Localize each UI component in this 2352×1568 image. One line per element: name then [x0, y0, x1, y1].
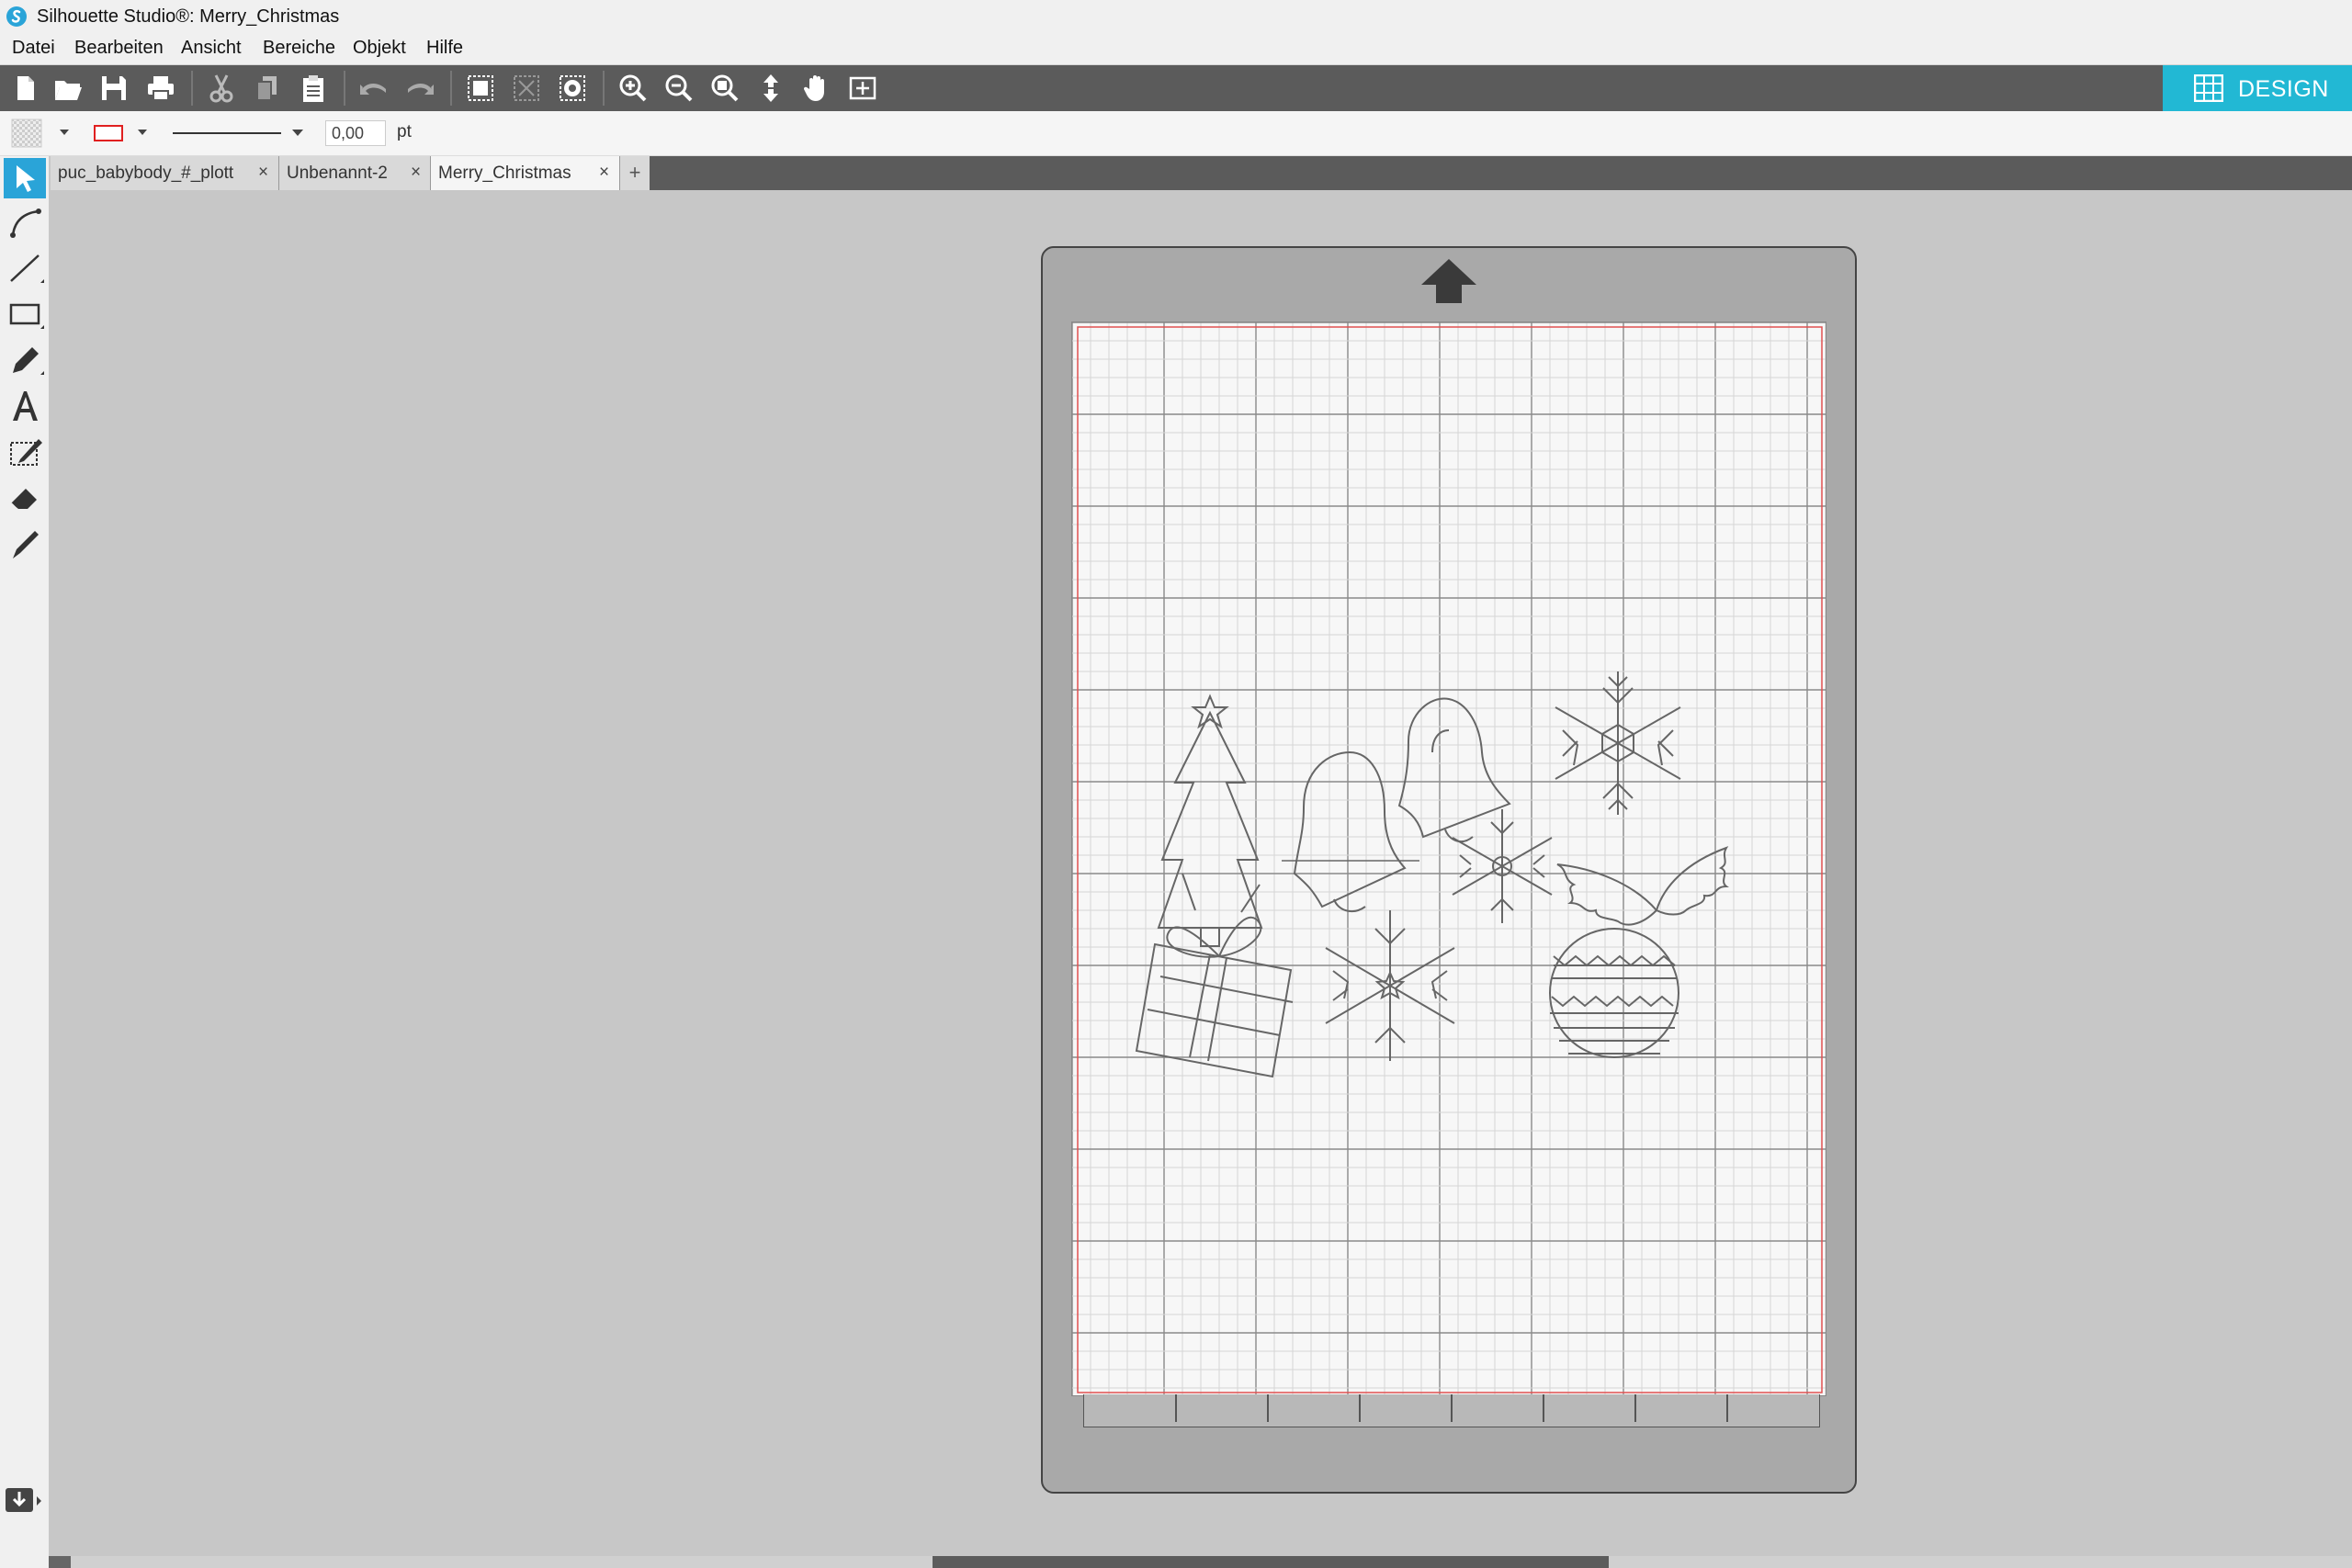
redo-icon[interactable] — [404, 73, 435, 104]
left-tool-palette — [0, 156, 50, 1568]
cutting-mat — [1041, 246, 1857, 1494]
eraser-tool[interactable] — [4, 478, 46, 518]
library-download-icon — [6, 1488, 41, 1512]
panel-toggle-button[interactable] — [4, 1483, 44, 1519]
ungroup-icon[interactable] — [511, 73, 542, 104]
tab-close-icon[interactable]: × — [258, 163, 268, 183]
ornament-ball[interactable] — [1549, 928, 1679, 1058]
menu-bearbeiten[interactable]: Bearbeiten — [74, 38, 164, 59]
knife-tool-icon — [10, 439, 42, 466]
design-page[interactable] — [1071, 321, 1826, 1396]
design-view-button[interactable]: DESIGN — [2163, 65, 2352, 111]
medium-snowflake[interactable] — [1325, 910, 1455, 1061]
copy-icon[interactable] — [252, 73, 283, 104]
open-folder-icon[interactable] — [52, 73, 84, 104]
compound-path-icon[interactable] — [557, 73, 588, 104]
text-tool[interactable] — [4, 386, 46, 426]
ruler-ticks — [1175, 1394, 1728, 1422]
title-bar: Silhouette Studio®: Merry_Christmas — [0, 0, 2352, 33]
window-title: Silhouette Studio®: Merry_Christmas — [37, 6, 340, 27]
undo-icon[interactable] — [358, 73, 390, 104]
tab-close-icon[interactable]: × — [599, 163, 609, 183]
print-icon[interactable] — [145, 73, 176, 104]
properties-bar: pt — [0, 111, 2352, 156]
tab-close-icon[interactable]: × — [411, 163, 421, 183]
line-tool[interactable] — [4, 248, 46, 288]
toolbar-separator — [603, 71, 605, 106]
menu-hilfe[interactable]: Hilfe — [426, 38, 463, 59]
toolbar-separator — [450, 71, 452, 106]
fill-pattern-icon[interactable] — [11, 118, 42, 148]
cut-border — [1077, 326, 1823, 1393]
line-tool-icon — [10, 254, 44, 283]
zoom-selection-icon[interactable] — [709, 73, 741, 104]
horizontal-scrollbar[interactable] — [49, 1556, 2352, 1568]
pan-hand-icon[interactable] — [801, 73, 832, 104]
knife-tool[interactable] — [4, 432, 46, 472]
tab-label: puc_babybody_#_plott — [58, 164, 234, 183]
save-icon[interactable] — [98, 73, 130, 104]
group-icon[interactable] — [465, 73, 496, 104]
edit-points-tool[interactable] — [4, 202, 46, 243]
menu-bar: Datei Bearbeiten Ansicht Bereiche Objekt… — [0, 33, 2352, 65]
grid-lines — [1072, 322, 1826, 1395]
paste-icon[interactable] — [298, 73, 329, 104]
menu-bereiche[interactable]: Bereiche — [263, 38, 335, 59]
cut-icon[interactable] — [206, 73, 237, 104]
text-tool-icon — [13, 391, 38, 421]
scroll-left-button[interactable] — [49, 1556, 71, 1568]
chevron-down-icon[interactable] — [137, 128, 148, 137]
gift-box[interactable] — [1135, 873, 1294, 1078]
scrollbar-thumb[interactable] — [933, 1556, 1609, 1568]
zoom-out-icon[interactable] — [663, 73, 695, 104]
tab-unbenannt-2[interactable]: Unbenannt-2 × — [279, 156, 431, 190]
pencil-tool[interactable] — [4, 340, 46, 380]
eraser-tool-icon — [10, 489, 37, 512]
document-tab-strip: puc_babybody_#_plott × Unbenannt-2 × Mer… — [51, 156, 2352, 190]
bells[interactable] — [1282, 697, 1511, 913]
line-width-input[interactable] — [325, 120, 386, 146]
pencil-tool-icon — [13, 347, 44, 375]
tab-label: Merry_Christmas — [438, 164, 571, 183]
line-style-dropdown[interactable] — [171, 123, 309, 143]
main-toolbar: DESIGN — [0, 65, 2352, 111]
line-color-icon[interactable] — [93, 123, 124, 143]
sketch-pen-icon — [13, 531, 39, 558]
grid-icon — [2194, 74, 2223, 102]
new-document-icon[interactable] — [9, 73, 40, 104]
tab-merry-christmas[interactable]: Merry_Christmas × — [431, 156, 620, 190]
sketch-pen-tool[interactable] — [4, 524, 46, 564]
design-label: DESIGN — [2238, 76, 2329, 102]
feed-direction-arrow-icon — [1421, 259, 1476, 303]
rectangle-tool-icon — [9, 303, 44, 329]
mat-ruler — [1083, 1394, 1820, 1427]
christmas-tree[interactable] — [1157, 694, 1263, 947]
rectangle-tool[interactable] — [4, 294, 46, 334]
menu-datei[interactable]: Datei — [12, 38, 55, 59]
toolbar-separator — [191, 71, 193, 106]
menu-ansicht[interactable]: Ansicht — [181, 38, 242, 59]
large-snowflake[interactable] — [1555, 671, 1681, 815]
drag-zoom-icon[interactable] — [755, 73, 786, 104]
zoom-in-icon[interactable] — [617, 73, 649, 104]
tab-puc-babybody[interactable]: puc_babybody_#_plott × — [51, 156, 279, 190]
select-arrow-icon — [17, 165, 35, 192]
edit-points-icon — [10, 209, 41, 238]
add-tab-button[interactable]: + — [620, 156, 650, 190]
select-tool[interactable] — [4, 158, 46, 198]
toolbar-separator — [344, 71, 345, 106]
small-snowflake[interactable] — [1452, 809, 1553, 923]
design-canvas[interactable] — [1072, 322, 1826, 1396]
fit-page-icon[interactable] — [847, 73, 878, 104]
tab-label: Unbenannt-2 — [287, 164, 388, 183]
silhouette-logo-icon — [6, 6, 27, 27]
chevron-down-icon[interactable] — [59, 128, 70, 137]
line-width-unit: pt — [397, 122, 412, 141]
menu-objekt[interactable]: Objekt — [353, 38, 406, 59]
